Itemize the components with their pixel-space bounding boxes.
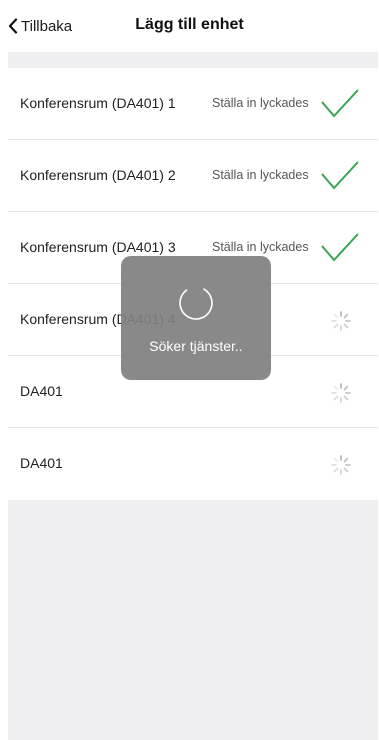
device-name: DA401 <box>20 383 63 399</box>
device-name: DA401 <box>20 455 63 471</box>
checkmark-icon <box>320 232 360 264</box>
checkmark-icon <box>320 88 360 120</box>
navigation-bar: Tillbaka Lägg till enhet <box>0 0 379 52</box>
activity-spinner-icon <box>330 454 352 476</box>
page-title: Lägg till enhet <box>135 16 244 33</box>
loading-hud: Söker tjänster.. <box>121 256 271 380</box>
content-area: Konferensrum (DA401) 1 Ställa in lyckade… <box>8 52 378 740</box>
device-status: Ställa in lyckades <box>212 168 309 182</box>
activity-spinner-icon <box>330 310 352 332</box>
device-status: Ställa in lyckades <box>212 96 309 110</box>
device-name: Konferensrum (DA401) 3 <box>20 239 176 255</box>
device-name: Konferensrum (DA401) 1 <box>20 95 176 111</box>
device-row[interactable]: Konferensrum (DA401) 1 Ställa in lyckade… <box>8 68 378 140</box>
device-row[interactable]: DA401 <box>8 428 378 500</box>
checkmark-icon <box>320 160 360 192</box>
hud-message: Söker tjänster.. <box>149 338 243 354</box>
device-status: Ställa in lyckades <box>212 240 309 254</box>
device-row[interactable]: Konferensrum (DA401) 2 Ställa in lyckade… <box>8 140 378 212</box>
device-name: Konferensrum (DA401) 2 <box>20 167 176 183</box>
activity-spinner-icon <box>330 382 352 404</box>
loading-ring-icon <box>177 284 215 322</box>
